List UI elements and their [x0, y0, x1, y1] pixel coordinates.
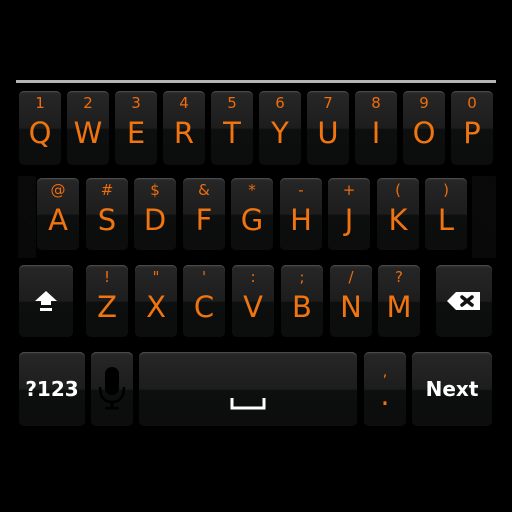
key-symbol-hint: ; — [299, 268, 305, 286]
next-action-key[interactable]: Next — [412, 352, 492, 426]
key-letter: D — [143, 203, 167, 237]
row2-right-gutter — [472, 176, 496, 258]
key-letter: G — [240, 203, 264, 237]
key-letter: I — [371, 116, 381, 150]
key-letter: Y — [271, 116, 289, 150]
key-j[interactable]: + J — [328, 178, 370, 250]
microphone-icon — [98, 367, 126, 410]
key-letter: Q — [28, 116, 52, 150]
key-k[interactable]: (K — [377, 178, 419, 250]
key-letter: A — [48, 203, 68, 237]
key-b[interactable]: ; B — [281, 265, 323, 337]
key-w[interactable]: 2W — [67, 91, 109, 165]
key-symbol-hint: ' — [201, 268, 207, 286]
key-symbol-hint: 4 — [179, 94, 189, 112]
key-g[interactable]: * G — [231, 178, 273, 250]
key-symbol-hint: " — [152, 268, 160, 286]
key-letter: Z — [97, 290, 117, 324]
backspace-key[interactable] — [436, 265, 492, 337]
key-symbol-hint: ! — [103, 268, 110, 286]
key-x[interactable]: " X — [135, 265, 177, 337]
key-symbol-hint: - — [298, 181, 304, 199]
key-f[interactable]: & F — [183, 178, 225, 250]
key-letter: O — [412, 116, 436, 150]
space-bar-icon — [230, 397, 266, 410]
key-m[interactable]: ? M — [378, 265, 420, 337]
key-symbol-hint: 7 — [323, 94, 333, 112]
shift-key[interactable] — [19, 265, 73, 337]
key-symbol-hint: 1 — [35, 94, 45, 112]
key-symbol-hint: @ — [50, 181, 66, 199]
key-letter: S — [97, 203, 117, 237]
key-letter: K — [388, 203, 408, 237]
key-letter: H — [290, 203, 312, 237]
backspace-icon — [447, 292, 480, 310]
voice-input-key[interactable] — [91, 352, 133, 426]
key-symbol-hint: & — [198, 181, 210, 199]
key-o[interactable]: 9O — [403, 91, 445, 165]
key-symbol-hint: / — [348, 268, 354, 286]
key-symbol-hint: ? — [395, 268, 403, 286]
key-letter: N — [340, 290, 362, 324]
shift-arrow-icon — [35, 291, 57, 311]
key-symbol-hint: : — [250, 268, 256, 286]
key-letter: E — [126, 116, 146, 150]
key-v[interactable]: :V — [232, 265, 274, 337]
key-letter: B — [292, 290, 312, 324]
key-letter: R — [173, 116, 195, 150]
key-t[interactable]: 5T — [211, 91, 253, 165]
key-symbol-hint: * — [248, 181, 256, 199]
period-key[interactable]: , . — [364, 352, 406, 426]
key-p[interactable]: 0P — [451, 91, 493, 165]
key-s[interactable]: # S — [86, 178, 128, 250]
key-l[interactable]: ) L — [425, 178, 467, 250]
key-a[interactable]: @ A — [37, 178, 79, 250]
key-y[interactable]: 6Y — [259, 91, 301, 165]
key-e[interactable]: 3E — [115, 91, 157, 165]
key-h[interactable]: -H — [280, 178, 322, 250]
symbols-key[interactable]: ?123 — [19, 352, 85, 426]
key-letter: M — [386, 290, 412, 324]
key-symbol-hint: 8 — [371, 94, 381, 112]
key-symbol-hint: $ — [150, 181, 160, 199]
key-q[interactable]: 1Q — [19, 91, 61, 165]
key-letter: P — [463, 116, 481, 150]
key-letter: T — [223, 116, 241, 150]
key-letter: X — [146, 290, 166, 324]
key-z[interactable]: ! Z — [86, 265, 128, 337]
key-letter: C — [193, 290, 215, 324]
key-n[interactable]: / N — [330, 265, 372, 337]
key-symbol-hint: ) — [443, 181, 449, 199]
key-symbol-hint: 6 — [275, 94, 285, 112]
key-letter: U — [317, 116, 339, 150]
key-r[interactable]: 4R — [163, 91, 205, 165]
symbols-key-label: ?123 — [25, 377, 79, 401]
key-symbol-hint: 3 — [131, 94, 141, 112]
row2-left-gutter — [18, 176, 36, 258]
key-symbol-hint: + — [342, 181, 356, 199]
key-symbol-hint: ( — [395, 181, 401, 199]
key-i[interactable]: 8I — [355, 91, 397, 165]
key-letter: L — [437, 203, 455, 237]
soft-keyboard: ?123 , . Next 1 Q 2 W 3 E 4 R 5 T 6 Y 7 U 8 I 9 O 0 P @ A # S $ D… — [0, 83, 512, 443]
next-action-label: Next — [425, 377, 479, 401]
period-key-main: . — [380, 378, 390, 412]
space-key[interactable] — [139, 352, 357, 426]
key-letter: F — [195, 203, 213, 237]
key-symbol-hint: 2 — [83, 94, 93, 112]
key-symbol-hint: 0 — [467, 94, 477, 112]
key-symbol-hint: # — [100, 181, 114, 199]
key-symbol-hint: 9 — [419, 94, 429, 112]
key-symbol-hint: 5 — [227, 94, 237, 112]
key-c[interactable]: ' C — [183, 265, 225, 337]
key-letter: V — [243, 290, 263, 324]
key-letter: W — [73, 116, 103, 150]
key-d[interactable]: $ D — [134, 178, 176, 250]
key-letter: J — [344, 203, 354, 237]
key-u[interactable]: 7U — [307, 91, 349, 165]
